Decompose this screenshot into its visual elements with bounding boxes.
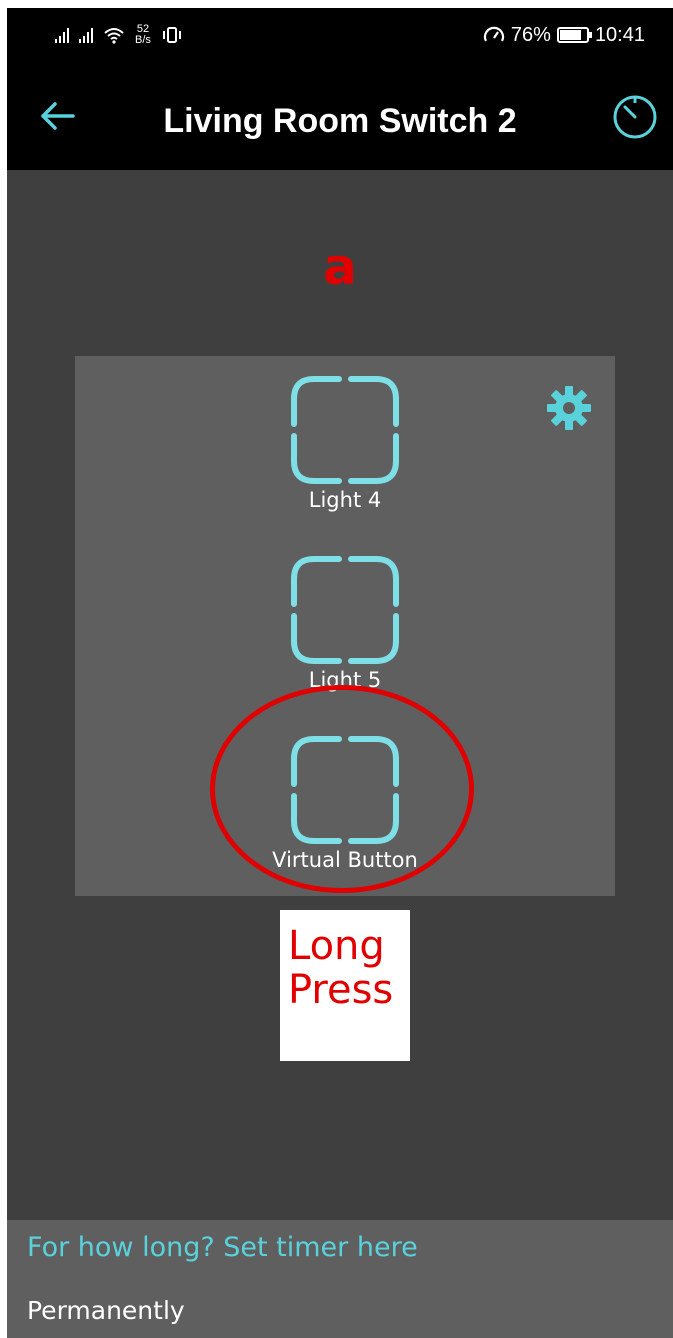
app-bar: Living Room Switch 2 [7, 64, 673, 170]
annotation-label: a [323, 238, 357, 296]
clock: 10:41 [594, 23, 645, 46]
switch-square-icon [291, 376, 399, 484]
wifi-icon [104, 28, 124, 44]
switch-label: Light 4 [308, 488, 382, 512]
network-speed-unit: B/s [135, 34, 151, 46]
timer-sheet-title[interactable]: For how long? Set timer here [27, 1232, 418, 1263]
switch-panel: Light 4 Light 5 Virtual Button [75, 356, 615, 896]
page-title: Living Room Switch 2 [163, 102, 517, 140]
gear-icon[interactable] [545, 384, 593, 432]
vibrate-icon [162, 27, 181, 43]
battery-icon [556, 27, 592, 43]
app-screen: 52 B/s 76% 10:41 Living Room Switch 2 a … [7, 8, 673, 1338]
switch-square-icon [291, 556, 399, 664]
status-bar: 52 B/s 76% 10:41 [7, 8, 673, 64]
battery-fill [559, 30, 582, 40]
network-speed: 52 B/s [135, 24, 151, 46]
annotation-note: Long Press [280, 910, 410, 1061]
annotation-note-line: Long [288, 923, 385, 969]
switch-light-5[interactable]: Light 5 [285, 554, 405, 704]
cell-signal-2-icon [79, 27, 93, 43]
switch-label: Light 5 [308, 668, 382, 692]
switch-virtual-button[interactable]: Virtual Button [272, 734, 418, 884]
battery-percent: 76% [510, 23, 551, 46]
cell-signal-1-icon [55, 27, 69, 43]
annotation-note-line: Press [288, 967, 394, 1013]
switch-label: Virtual Button [272, 848, 418, 872]
timer-icon[interactable] [611, 92, 659, 140]
timer-sheet: For how long? Set timer here Permanently [7, 1220, 673, 1338]
switch-light-4[interactable]: Light 4 [285, 374, 405, 524]
timer-option-permanently[interactable]: Permanently [27, 1296, 185, 1325]
switch-square-icon [291, 736, 399, 844]
status-icons-right: 76% 10:41 [483, 20, 645, 50]
speedometer-icon [483, 26, 504, 42]
status-icons-left: 52 B/s [55, 20, 183, 50]
